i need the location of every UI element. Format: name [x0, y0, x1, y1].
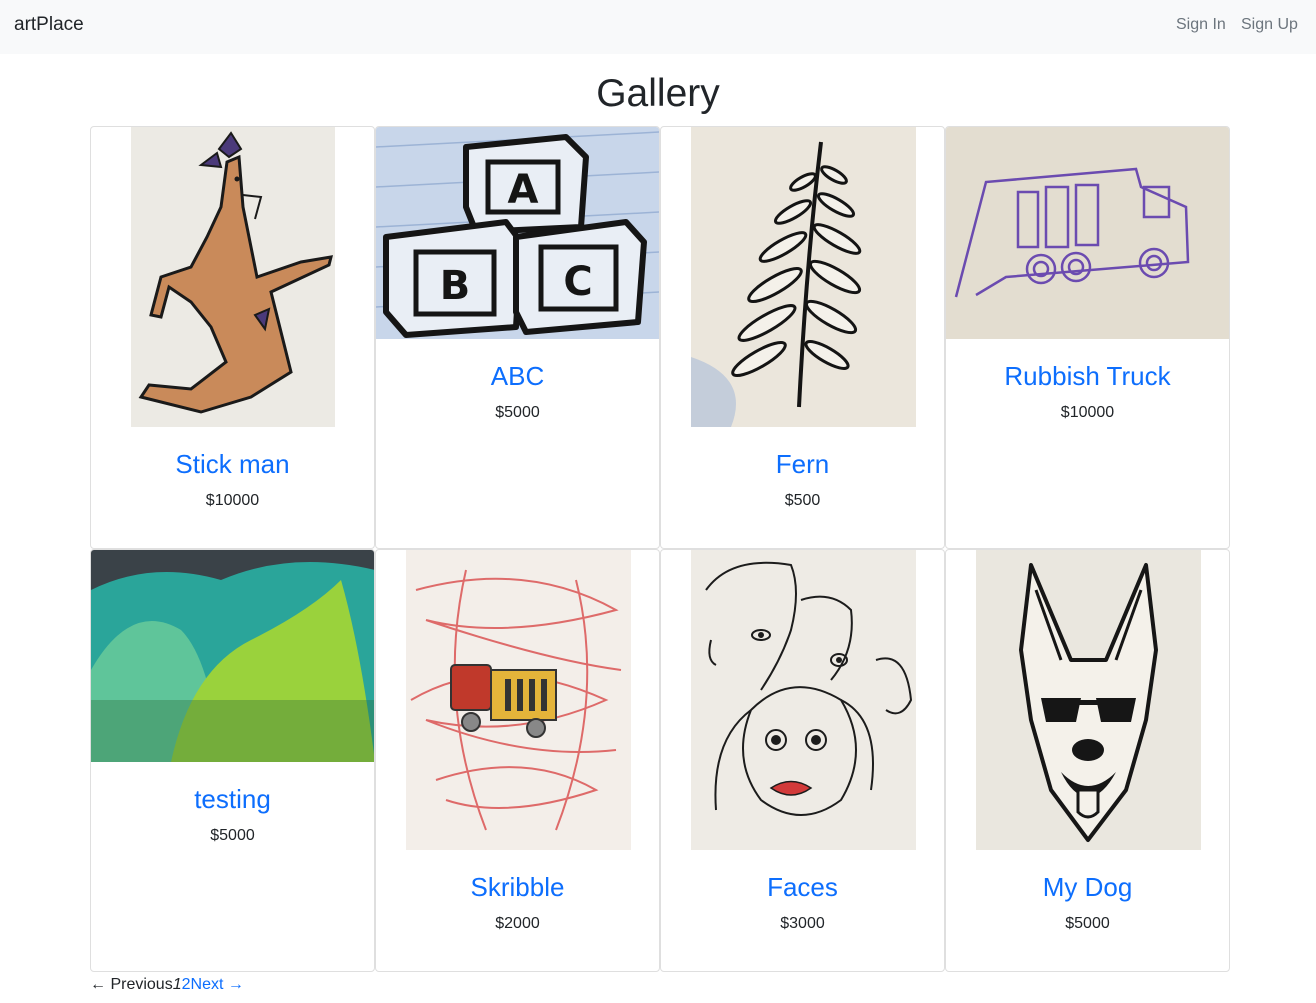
gallery-card: Fern $500: [660, 126, 945, 549]
gallery-card: Stick man $10000: [90, 126, 375, 549]
rubbish-truck-image[interactable]: [946, 127, 1229, 339]
abc-blocks-image[interactable]: A B C: [376, 127, 659, 339]
card-price: $5000: [210, 827, 255, 844]
svg-text:A: A: [508, 167, 539, 213]
sign-up-link[interactable]: Sign Up: [1241, 16, 1298, 34]
scribble-image[interactable]: [406, 550, 631, 850]
previous-page-link[interactable]: ← Previous: [90, 976, 173, 994]
green-hills-image[interactable]: [91, 550, 374, 762]
svg-text:C: C: [563, 259, 592, 305]
card-title-link[interactable]: My Dog: [946, 872, 1229, 903]
dog-image[interactable]: [976, 550, 1201, 850]
gallery-card: A B C ABC $5000: [375, 126, 660, 549]
card-title-link[interactable]: Stick man: [91, 449, 374, 480]
page-title: Gallery: [596, 72, 720, 115]
card-title-link[interactable]: ABC: [376, 361, 659, 392]
page-1-current: 1: [172, 976, 182, 993]
fern-image[interactable]: [691, 127, 916, 427]
top-navbar: artPlace Sign In Sign Up: [0, 0, 1316, 54]
card-title-link[interactable]: Fern: [661, 449, 944, 480]
card-price: $5000: [495, 404, 540, 421]
card-title-link[interactable]: Faces: [661, 872, 944, 903]
gallery-card: Skribble $2000: [375, 549, 660, 972]
card-price: $10000: [205, 492, 260, 509]
card-price: $10000: [1060, 404, 1115, 421]
card-price: $5000: [1065, 915, 1110, 932]
stick-man-image[interactable]: [131, 127, 335, 427]
sign-in-link[interactable]: Sign In: [1176, 16, 1226, 34]
next-page-link[interactable]: Next →: [191, 976, 244, 994]
brand-link[interactable]: artPlace: [14, 14, 84, 36]
gallery-card: testing $5000: [90, 549, 375, 972]
gallery-card: My Dog $5000: [945, 549, 1230, 972]
card-price: $3000: [780, 915, 825, 932]
gallery-card: Rubbish Truck $10000: [945, 126, 1230, 549]
card-price: $2000: [495, 915, 540, 932]
card-title-link[interactable]: Rubbish Truck: [946, 361, 1229, 392]
card-price: $500: [784, 492, 821, 509]
card-title-link[interactable]: Skribble: [376, 872, 659, 903]
pagination: ← Previous 1 2 Next →: [90, 975, 244, 995]
card-title-link[interactable]: testing: [91, 784, 374, 815]
faces-image[interactable]: [691, 550, 916, 850]
gallery-card: Faces $3000: [660, 549, 945, 972]
svg-text:B: B: [440, 263, 471, 309]
page-2-link[interactable]: 2: [182, 976, 191, 994]
